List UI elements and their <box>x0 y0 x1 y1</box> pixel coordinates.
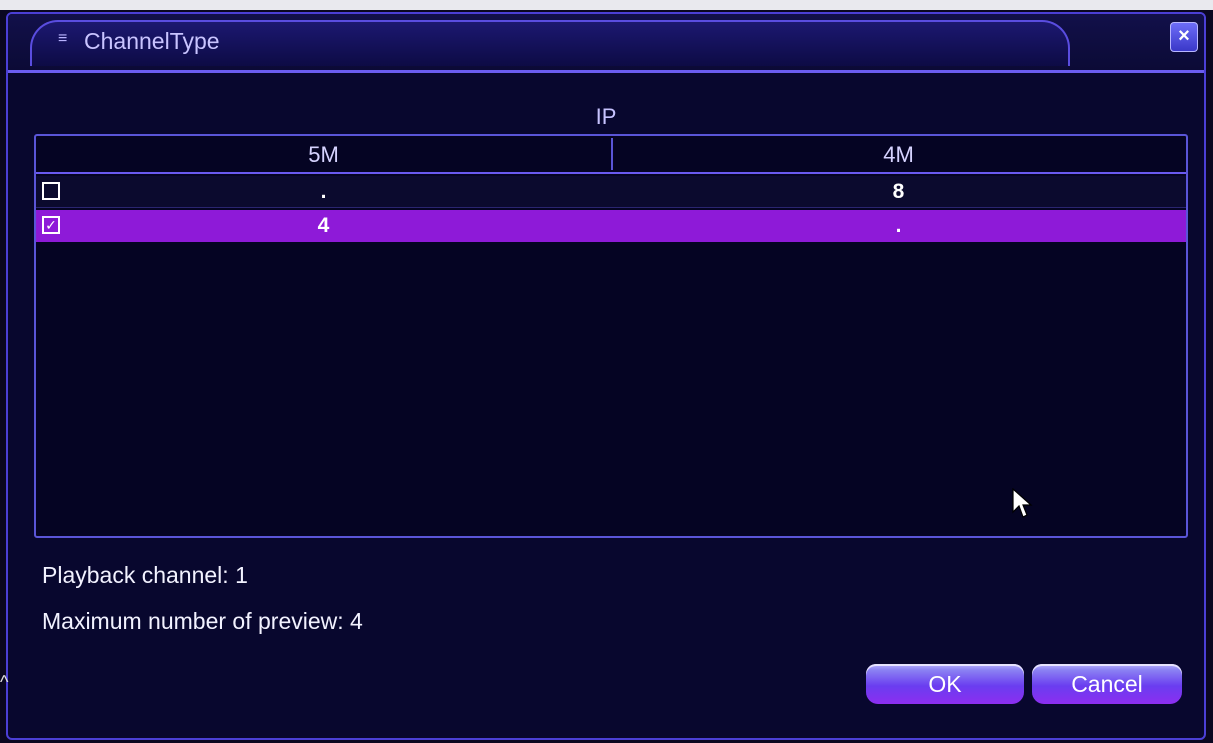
section-label: IP <box>595 104 617 129</box>
channel-table: 5M 4M . 8 ✓ 4 . <box>34 134 1188 538</box>
channel-type-dialog: ≡ ChannelType × IP 5M 4M . 8 ✓ 4 . Playb… <box>6 12 1206 740</box>
table-row[interactable]: . 8 <box>36 176 1186 208</box>
table-header: 5M 4M <box>36 136 1186 174</box>
cancel-button[interactable]: Cancel <box>1032 664 1182 704</box>
title-divider <box>8 70 1204 73</box>
close-button[interactable]: × <box>1170 22 1198 52</box>
screen-top-strip <box>0 0 1213 10</box>
table-row-selected[interactable]: ✓ 4 . <box>36 210 1186 242</box>
playback-channel-text: Playback channel: 1 <box>42 562 248 588</box>
table-cell: . <box>320 180 327 203</box>
max-preview-text: Maximum number of preview: 4 <box>42 608 363 634</box>
mouse-pointer-icon <box>1012 488 1033 518</box>
table-cell: . <box>895 214 902 237</box>
column-header-5m[interactable]: 5M <box>36 140 611 170</box>
table-cell: 4 <box>317 214 330 237</box>
ok-button[interactable]: OK <box>866 664 1024 704</box>
dialog-title: ChannelType <box>84 28 220 54</box>
edge-marker-icon: ^ <box>0 672 9 692</box>
table-cell: 8 <box>892 180 905 203</box>
title-bar: ≡ ChannelType × <box>8 14 1204 73</box>
settings-icon: ≡ <box>58 30 68 47</box>
column-header-4m[interactable]: 4M <box>611 140 1186 170</box>
